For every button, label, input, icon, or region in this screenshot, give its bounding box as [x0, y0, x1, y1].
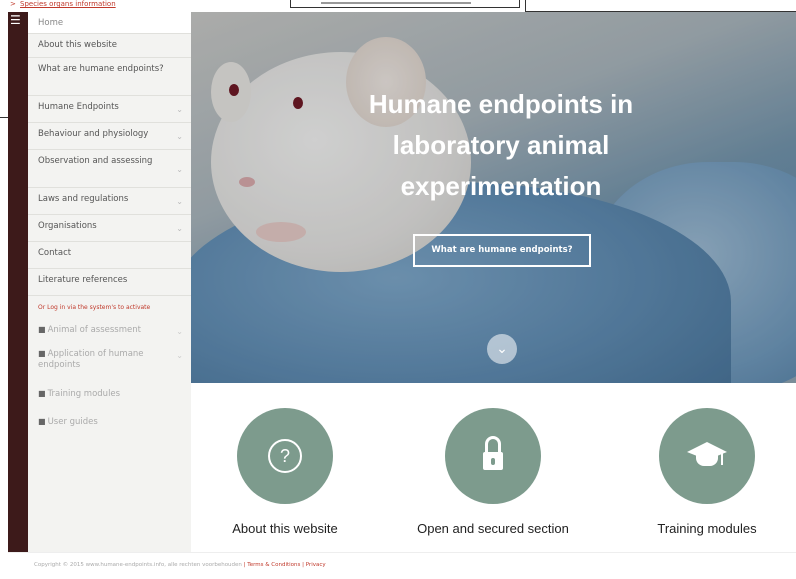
feature-circle[interactable]	[445, 408, 541, 504]
feature-open-secured[interactable]: Open and secured section	[403, 408, 583, 536]
sidebar-item-contact[interactable]: Contact	[28, 242, 191, 269]
lock-icon: ■	[38, 325, 46, 334]
menu-icon[interactable]: ☰	[10, 14, 22, 26]
sidebar-item-what-are-humane-endpoints[interactable]: What are humane endpoints?	[28, 58, 191, 96]
chevron-down-icon: ⌄	[176, 164, 183, 174]
top-strip: > Species organs information	[0, 0, 796, 12]
hero-banner: Humane endpoints in laboratory animal ex…	[191, 12, 796, 383]
feature-circle[interactable]	[659, 408, 755, 504]
chevron-down-icon: ⌄	[176, 105, 183, 114]
feature-section: ? About this website Open and secured se…	[191, 383, 796, 548]
what-are-humane-endpoints-button[interactable]: What are humane endpoints?	[413, 234, 591, 267]
top-box	[290, 0, 520, 8]
sidebar-item-locked-training[interactable]: ■ Training modules	[28, 382, 191, 410]
footer-links[interactable]: | Terms & Conditions | Privacy	[244, 562, 326, 568]
chevron-down-icon[interactable]: ⌄	[487, 334, 517, 364]
sidebar: ☰ Home About this website What are human…	[8, 12, 191, 552]
feature-about[interactable]: ? About this website	[195, 408, 375, 536]
breadcrumb-arrow-icon: >	[10, 0, 16, 8]
sidebar-item-locked-application[interactable]: ■ Application of humane endpoints ⌄	[28, 342, 191, 382]
sidebar-item-observation[interactable]: Observation and assessing ⌄	[28, 150, 191, 188]
login-note[interactable]: Or Log in via the system's to activate	[28, 296, 191, 318]
feature-label[interactable]: Open and secured section	[403, 521, 583, 536]
sidebar-item-behaviour[interactable]: Behaviour and physiology ⌄	[28, 123, 191, 150]
chevron-down-icon: ⌄	[176, 224, 183, 233]
chevron-down-icon: ⌄	[176, 327, 183, 336]
sidebar-item-laws[interactable]: Laws and regulations ⌄	[28, 188, 191, 215]
feature-training[interactable]: Training modules	[617, 408, 796, 536]
lock-icon: ■	[38, 349, 46, 358]
footer-copyright: Copyright © 2015 www.humane-endpoints.in…	[34, 562, 326, 568]
sidebar-dark-bar	[8, 12, 28, 552]
lock-icon: ■	[38, 417, 46, 426]
footer: Copyright © 2015 www.humane-endpoints.in…	[8, 552, 796, 579]
sidebar-item-organisations[interactable]: Organisations ⌄	[28, 215, 191, 242]
sidebar-item-locked-animal[interactable]: ■ Animal of assessment ⌄	[28, 318, 191, 342]
sidebar-item-about[interactable]: About this website	[28, 34, 191, 58]
feature-label[interactable]: About this website	[195, 521, 375, 536]
question-icon: ?	[268, 439, 302, 473]
chevron-down-icon: ⌄	[176, 132, 183, 141]
graduation-cap-icon	[687, 442, 727, 472]
sidebar-item-literature[interactable]: Literature references	[28, 269, 191, 296]
sidebar-item-home[interactable]: Home	[28, 12, 191, 34]
sidebar-nav: Home About this website What are humane …	[28, 12, 191, 434]
breadcrumb-link[interactable]: Species organs information	[20, 0, 116, 8]
feature-label[interactable]: Training modules	[617, 521, 796, 536]
chevron-down-icon: ⌄	[176, 197, 183, 206]
chevron-down-icon: ⌄	[176, 351, 183, 360]
lock-icon: ■	[38, 389, 46, 398]
lock-icon	[483, 436, 503, 476]
sidebar-item-humane-endpoints[interactable]: Humane Endpoints ⌄	[28, 96, 191, 123]
feature-circle[interactable]: ?	[237, 408, 333, 504]
hero-title: Humane endpoints in laboratory animal ex…	[368, 89, 634, 201]
sidebar-item-locked-guides[interactable]: ■ User guides	[28, 410, 191, 434]
